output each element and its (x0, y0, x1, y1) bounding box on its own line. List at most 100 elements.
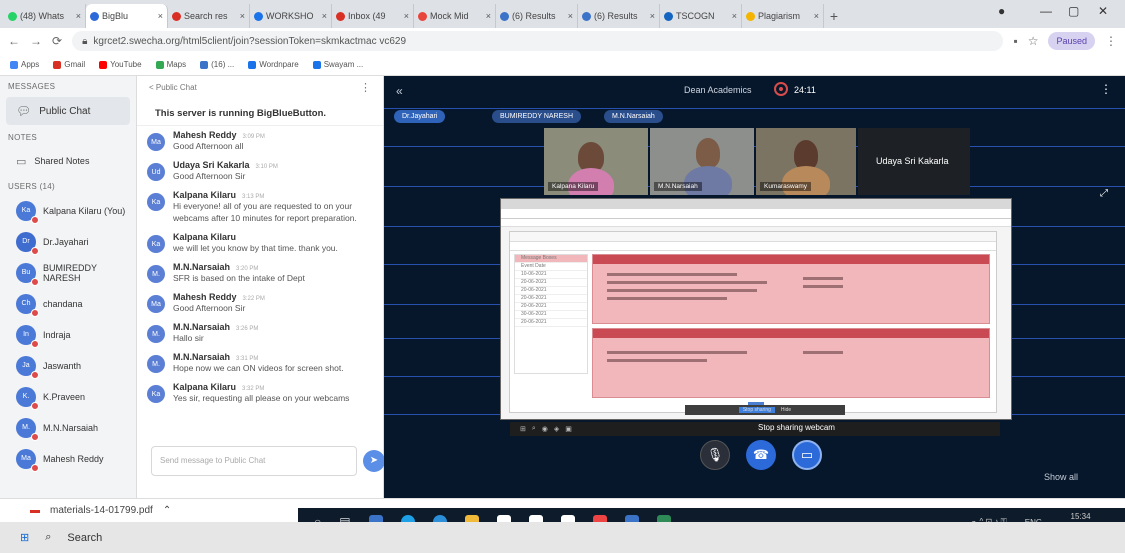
new-tab-button[interactable]: + (824, 4, 844, 28)
shared-taskbar: ⊞ ⌕ ◉ ◈ ▣ (510, 422, 1000, 436)
send-message-button[interactable]: ➤ (363, 450, 385, 472)
leave-audio-button[interactable]: ☎︎ (746, 440, 776, 470)
public-chat-label: Public Chat (39, 105, 91, 117)
windows-logo-icon[interactable]: ⊞ (20, 531, 29, 544)
tab-close-icon[interactable]: × (240, 11, 245, 21)
user-list-item[interactable]: Bu BUMIREDDY NARESH (0, 257, 136, 288)
user-list-item[interactable]: Ma Mahesh Reddy (0, 443, 136, 474)
tab-close-icon[interactable]: × (158, 11, 163, 21)
menu-kebab-icon[interactable]: ⋮ (1105, 34, 1117, 48)
tab-close-icon[interactable]: × (486, 11, 491, 21)
bookmark-label: YouTube (110, 60, 142, 69)
meeting-options-icon[interactable]: ⋮ (1100, 82, 1112, 96)
tab-close-icon[interactable]: × (732, 11, 737, 21)
public-chat-button[interactable]: 💬︎ Public Chat (6, 97, 130, 125)
browser-toolbar: ← → ⟳ 🔒︎ kgrcet2.swecha.org/html5client/… (0, 28, 1125, 54)
browser-tab[interactable]: Inbox (49 × (332, 4, 414, 28)
reload-icon[interactable]: ⟳ (52, 34, 62, 48)
bookmark-item[interactable]: Apps (10, 60, 39, 69)
stop-sharing-webcam-button[interactable]: Stop sharing webcam (758, 423, 835, 432)
avatar-initials: K. (22, 393, 30, 400)
chat-message-input[interactable]: Send message to Public Chat (151, 446, 357, 476)
chat-message: Ka Kalpana Kilaru 3:32 PM Yes sir, requesti… (137, 378, 383, 408)
message-author: M.N.Narsaiah (173, 262, 231, 272)
user-list-item[interactable]: Ch chandana (0, 288, 136, 319)
shared-sidebar-item: 10-06-2021 (515, 271, 587, 279)
browser-tab[interactable]: (6) Results × (496, 4, 578, 28)
tab-close-icon[interactable]: × (568, 11, 573, 21)
close-window-icon[interactable]: ✕ (1098, 4, 1108, 18)
bookmark-star-icon[interactable]: ☆ (1028, 34, 1039, 48)
browser-tab[interactable]: Mock Mid × (414, 4, 496, 28)
chat-message: Ka Kalpana Kilaru we will let you know by … (137, 228, 383, 258)
webcam-tile[interactable]: Kumaraswamy (756, 128, 856, 195)
tab-title: BigBlu (102, 11, 129, 21)
browser-tab[interactable]: Plagiarism × (742, 4, 824, 28)
chat-back-button[interactable]: < Public Chat (149, 83, 197, 92)
maximize-icon[interactable]: ▢ (1068, 4, 1079, 18)
address-bar[interactable]: 🔒︎ kgrcet2.swecha.org/html5client/join?s… (72, 31, 1004, 51)
bookmark-item[interactable]: YouTube (99, 60, 142, 69)
user-list-item[interactable]: In Indraja (0, 319, 136, 350)
fullscreen-icon[interactable]: ⤢ (1100, 188, 1108, 199)
show-all-button[interactable]: Show all (1044, 472, 1078, 482)
tab-close-icon[interactable]: × (322, 11, 327, 21)
search-icon[interactable]: ⌕ (45, 531, 51, 544)
download-file[interactable]: materials-14-01799.pdf (50, 505, 153, 516)
browser-tab[interactable]: BigBlu × (86, 4, 168, 28)
tab-close-icon[interactable]: × (76, 11, 81, 21)
avatar: M. (147, 325, 165, 343)
browser-tab[interactable]: WORKSHO × (250, 4, 332, 28)
browser-tab[interactable]: TSCOGN × (660, 4, 742, 28)
message-time: 3:26 PM (236, 326, 259, 332)
extension-icon[interactable]: ▪ (1013, 34, 1017, 48)
tab-close-icon[interactable]: × (650, 11, 655, 21)
screenshare-view[interactable]: Message Boxes Event Date 10-06-2021 20-06-2… (500, 198, 1012, 420)
webcam-tile[interactable]: Udaya Sri Kakarla (858, 128, 970, 195)
user-name: Dr.Jayahari (43, 236, 89, 247)
back-icon[interactable]: ← (8, 34, 20, 48)
collapse-panel-icon[interactable]: « (396, 84, 403, 98)
lock-icon: 🔒︎ (82, 35, 88, 47)
profile-circle-icon[interactable]: ● (998, 4, 1005, 18)
user-list-item[interactable]: Ja Jaswanth (0, 350, 136, 381)
recording-indicator-icon[interactable] (774, 82, 788, 96)
user-name: Mahesh Reddy (43, 453, 104, 464)
search-label[interactable]: Search (67, 532, 102, 544)
bookmark-label: Wordnpare (259, 60, 299, 69)
shared-notes-button[interactable]: ▭ Shared Notes (6, 148, 130, 174)
forward-icon[interactable]: → (30, 34, 42, 48)
bookmark-item[interactable]: (16) ... (200, 60, 234, 69)
avatar-initials: M. (22, 424, 30, 431)
hide-button[interactable]: Hide (781, 407, 791, 413)
tab-close-icon[interactable]: × (404, 11, 409, 21)
webcam-tile[interactable]: Kalpana Kilaru (544, 128, 648, 195)
message-list: Ma Mahesh Reddy 3:09 PM Good Afternoon all U… (137, 126, 383, 408)
webcam-tile[interactable]: M.N.Narsaiah (650, 128, 754, 195)
tab-title: (6) Results (594, 11, 638, 21)
user-list-item[interactable]: Ka Kalpana Kilaru (You) (0, 195, 136, 226)
user-list-item[interactable]: M. M.N.Narsaiah (0, 412, 136, 443)
mute-microphone-button[interactable]: 🎙︎ (700, 440, 730, 470)
browser-tab[interactable]: (48) Whats × (4, 4, 86, 28)
webcam-button[interactable]: ▭ (792, 440, 822, 470)
user-list-item[interactable]: K. K.Praveen (0, 381, 136, 412)
browser-tab[interactable]: Search res × (168, 4, 250, 28)
bookmark-label: Swayam ... (323, 60, 364, 69)
bookmark-item[interactable]: Maps (155, 60, 186, 69)
camera-icon: ▭ (800, 447, 814, 462)
users-heading: USERS (14) (8, 182, 56, 191)
tab-close-icon[interactable]: × (814, 11, 819, 21)
profile-button[interactable]: Paused (1048, 32, 1095, 50)
bookmark-item[interactable]: Wordnpare (248, 60, 299, 69)
chat-options-icon[interactable]: ⋮ (360, 81, 371, 94)
bookmark-item[interactable]: Swayam ... (312, 60, 364, 69)
user-list-item[interactable]: Dr Dr.Jayahari (0, 226, 136, 257)
mic-muted-icon (31, 277, 39, 286)
minimize-icon[interactable]: — (1040, 4, 1052, 18)
talker-badge: Dr.Jayahari (394, 110, 446, 123)
browser-tab[interactable]: (6) Results × (578, 4, 660, 28)
stop-sharing-button[interactable]: Stop sharing (738, 407, 775, 413)
bookmark-item[interactable]: Gmail (53, 60, 85, 69)
chevron-up-icon[interactable]: ⌃ (163, 505, 171, 516)
